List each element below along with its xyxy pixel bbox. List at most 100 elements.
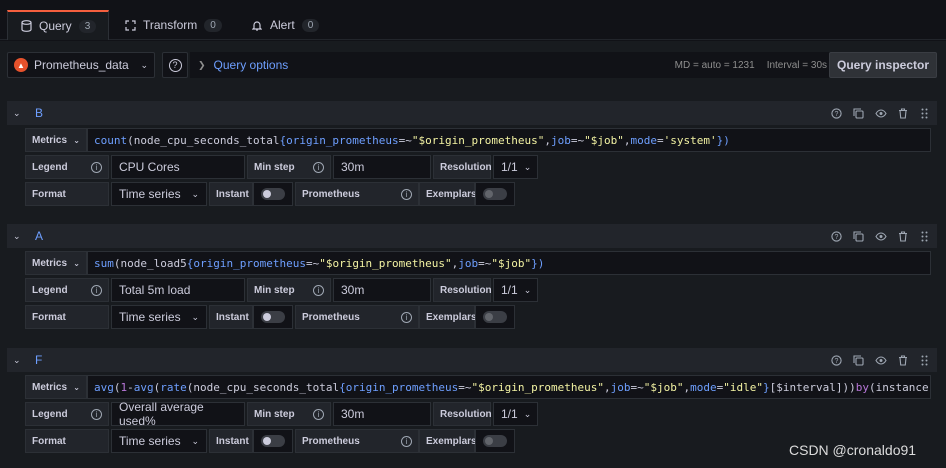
- duplicate-icon[interactable]: [852, 107, 865, 120]
- duplicate-icon[interactable]: [852, 230, 865, 243]
- promql-editor[interactable]: avg(1 - avg(rate (node_cpu_seconds_total{…: [87, 375, 931, 399]
- toggle-switch[interactable]: [261, 188, 285, 200]
- drag-handle-icon[interactable]: [918, 230, 931, 243]
- tab-label: Transform: [143, 18, 198, 32]
- help-icon[interactable]: ?: [830, 230, 843, 243]
- min-step-label: Min step i: [247, 155, 331, 179]
- svg-text:?: ?: [835, 358, 839, 365]
- resolution-select[interactable]: 1/1 ⌄: [493, 278, 538, 302]
- exemplars-toggle[interactable]: [475, 305, 515, 329]
- query-ref-id[interactable]: A: [35, 229, 43, 243]
- info-icon[interactable]: i: [313, 284, 324, 296]
- chevron-down-icon[interactable]: ⌄: [13, 355, 27, 366]
- chevron-down-icon: ⌄: [523, 161, 532, 172]
- legend-input[interactable]: Total 5m load: [111, 278, 245, 302]
- promql-token: =~: [398, 133, 412, 147]
- eye-icon[interactable]: [874, 230, 887, 243]
- query-options-toggle[interactable]: ❯ Query options MD = auto = 1231 Interva…: [190, 52, 833, 78]
- info-icon[interactable]: i: [91, 408, 102, 420]
- trash-icon[interactable]: [896, 354, 909, 367]
- toggle-switch[interactable]: [483, 311, 507, 323]
- chevron-down-icon[interactable]: ⌄: [13, 231, 27, 242]
- toggle-switch[interactable]: [483, 188, 507, 200]
- tab-transform[interactable]: Transform 0: [124, 10, 222, 40]
- resolution-select[interactable]: 1/1 ⌄: [493, 402, 538, 426]
- metrics-browser-button[interactable]: Metrics ⌄: [25, 251, 87, 275]
- tab-label: Alert: [270, 18, 295, 32]
- min-step-input[interactable]: 30m: [333, 278, 431, 302]
- instant-label: Instant: [209, 182, 253, 206]
- exemplars-toggle[interactable]: [475, 182, 515, 206]
- prometheus-icon: ▲: [14, 58, 28, 72]
- query-actions: ?: [830, 107, 931, 120]
- promql-token: by: [855, 380, 869, 394]
- toggle-switch[interactable]: [261, 311, 285, 323]
- query-ref-id[interactable]: B: [35, 106, 43, 120]
- chevron-down-icon: ⌄: [191, 188, 199, 199]
- promql-token: -: [127, 380, 134, 394]
- format-select[interactable]: Time series ⌄: [111, 305, 207, 329]
- legend-input[interactable]: Overall average used%: [111, 400, 245, 428]
- datasource-picker[interactable]: ▲ Prometheus_data ⌄: [7, 52, 155, 78]
- transform-icon: [124, 19, 136, 31]
- promql-token: =~: [570, 133, 585, 147]
- query-header[interactable]: ⌄ F ?: [7, 348, 937, 372]
- duplicate-icon[interactable]: [852, 354, 865, 367]
- eye-icon[interactable]: [874, 354, 887, 367]
- eye-icon[interactable]: [874, 107, 887, 120]
- tab-alert[interactable]: Alert 0: [251, 10, 320, 40]
- info-icon[interactable]: i: [91, 161, 102, 173]
- min-step-input[interactable]: 30m: [333, 402, 431, 426]
- resolution-value: 1/1: [501, 407, 518, 421]
- drag-handle-icon[interactable]: [918, 107, 931, 120]
- format-select[interactable]: Time series ⌄: [111, 182, 207, 206]
- info-icon[interactable]: i: [313, 408, 324, 420]
- query-header[interactable]: ⌄ A ?: [7, 224, 937, 248]
- format-value: Time series: [119, 187, 181, 201]
- resolution-select[interactable]: 1/1 ⌄: [493, 155, 538, 179]
- help-button[interactable]: ?: [162, 52, 188, 78]
- promql-editor[interactable]: count (node_cpu_seconds_total {origin_prom…: [87, 128, 931, 152]
- query-inspector-button[interactable]: Query inspector: [829, 52, 937, 78]
- legend-input[interactable]: CPU Cores: [111, 155, 245, 179]
- promql-editor[interactable]: sum (node_load5 {origin_prometheus =~ "$orig…: [87, 251, 931, 275]
- info-icon[interactable]: i: [313, 161, 324, 173]
- query-header[interactable]: ⌄ B ?: [7, 101, 937, 125]
- legend-label: Legend i: [25, 402, 109, 426]
- resolution-label: Resolution: [433, 402, 492, 426]
- instant-toggle[interactable]: [253, 429, 293, 453]
- help-icon[interactable]: ?: [830, 107, 843, 120]
- instant-toggle[interactable]: [253, 305, 293, 329]
- promql-token: ,: [683, 380, 691, 394]
- toggle-switch[interactable]: [483, 435, 507, 447]
- tab-query[interactable]: Query 3: [7, 10, 110, 40]
- trash-icon[interactable]: [896, 230, 909, 243]
- promql-token: "idle": [723, 380, 763, 394]
- info-icon[interactable]: i: [401, 435, 412, 447]
- instant-label: Instant: [209, 429, 253, 453]
- info-icon[interactable]: i: [401, 311, 412, 323]
- metrics-browser-button[interactable]: Metrics ⌄: [25, 128, 87, 152]
- toggle-switch[interactable]: [261, 435, 285, 447]
- format-label: Format: [25, 429, 109, 453]
- min-step-input[interactable]: 30m: [333, 155, 431, 179]
- chevron-down-icon[interactable]: ⌄: [13, 108, 27, 119]
- query-ref-id[interactable]: F: [35, 353, 42, 367]
- instant-toggle[interactable]: [253, 182, 293, 206]
- exemplars-toggle[interactable]: [475, 429, 515, 453]
- query-row: ⌄ A ? Metrics ⌄ sum (node_load5 {origin_pro…: [7, 224, 937, 334]
- metrics-browser-button[interactable]: Metrics ⌄: [25, 375, 87, 399]
- legend-label-text: Legend: [32, 284, 68, 296]
- help-icon[interactable]: ?: [830, 354, 843, 367]
- database-icon: [20, 20, 32, 32]
- exemplars-label: Exemplars: [419, 429, 477, 453]
- info-icon[interactable]: i: [401, 188, 412, 200]
- format-select[interactable]: Time series ⌄: [111, 429, 207, 453]
- trash-icon[interactable]: [896, 107, 909, 120]
- instant-label: Instant: [209, 305, 253, 329]
- promql-token: avg: [94, 380, 114, 394]
- drag-handle-icon[interactable]: [918, 354, 931, 367]
- prometheus-label-text: Prometheus: [302, 435, 360, 447]
- chevron-down-icon: ⌄: [523, 284, 532, 295]
- info-icon[interactable]: i: [91, 284, 102, 296]
